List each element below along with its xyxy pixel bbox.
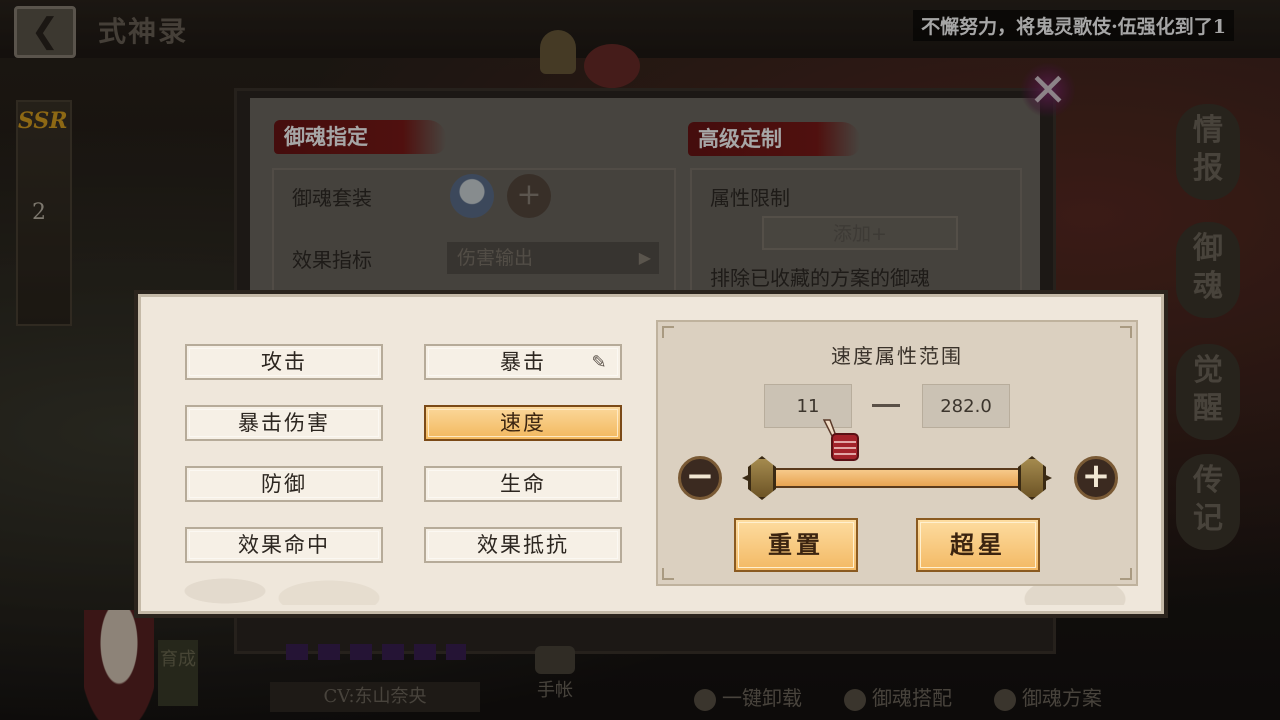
attr-speed-button[interactable]: 速度 bbox=[424, 405, 622, 441]
slider-handle-max[interactable] bbox=[1018, 456, 1046, 500]
slider-handle-min[interactable] bbox=[748, 456, 776, 500]
tap-hand-icon bbox=[822, 419, 859, 461]
super-star-button[interactable]: 超星 bbox=[916, 518, 1040, 572]
range-dash bbox=[872, 404, 900, 407]
brush-icon: ✎ bbox=[591, 352, 609, 373]
corner-ornament bbox=[662, 326, 674, 338]
attr-effect-hit-button[interactable]: 效果命中 bbox=[185, 527, 383, 563]
attr-crit-damage-button[interactable]: 暴击伤害 bbox=[185, 405, 383, 441]
attr-effect-resist-button[interactable]: 效果抵抗 bbox=[424, 527, 622, 563]
attr-hp-button[interactable]: 生命 bbox=[424, 466, 622, 502]
corner-ornament bbox=[1120, 568, 1132, 580]
attr-attack-button[interactable]: 攻击 bbox=[185, 344, 383, 380]
plus-icon: + bbox=[1081, 456, 1111, 496]
minus-icon: − bbox=[685, 456, 715, 496]
attr-crit-button[interactable]: 暴击 ✎ bbox=[424, 344, 622, 380]
range-title: 速度属性范围 bbox=[831, 344, 963, 368]
attr-defense-button[interactable]: 防御 bbox=[185, 466, 383, 502]
range-slider-track[interactable] bbox=[762, 468, 1032, 488]
reset-button[interactable]: 重置 bbox=[734, 518, 858, 572]
range-panel: 速度属性范围 11 282.0 − + 重置 超星 bbox=[656, 320, 1138, 586]
corner-ornament bbox=[1120, 326, 1132, 338]
increase-button[interactable]: + bbox=[1074, 456, 1118, 500]
attr-crit-label: 暴击 bbox=[500, 350, 546, 374]
range-max-input[interactable]: 282.0 bbox=[922, 384, 1010, 428]
decrease-button[interactable]: − bbox=[678, 456, 722, 500]
corner-ornament bbox=[662, 568, 674, 580]
